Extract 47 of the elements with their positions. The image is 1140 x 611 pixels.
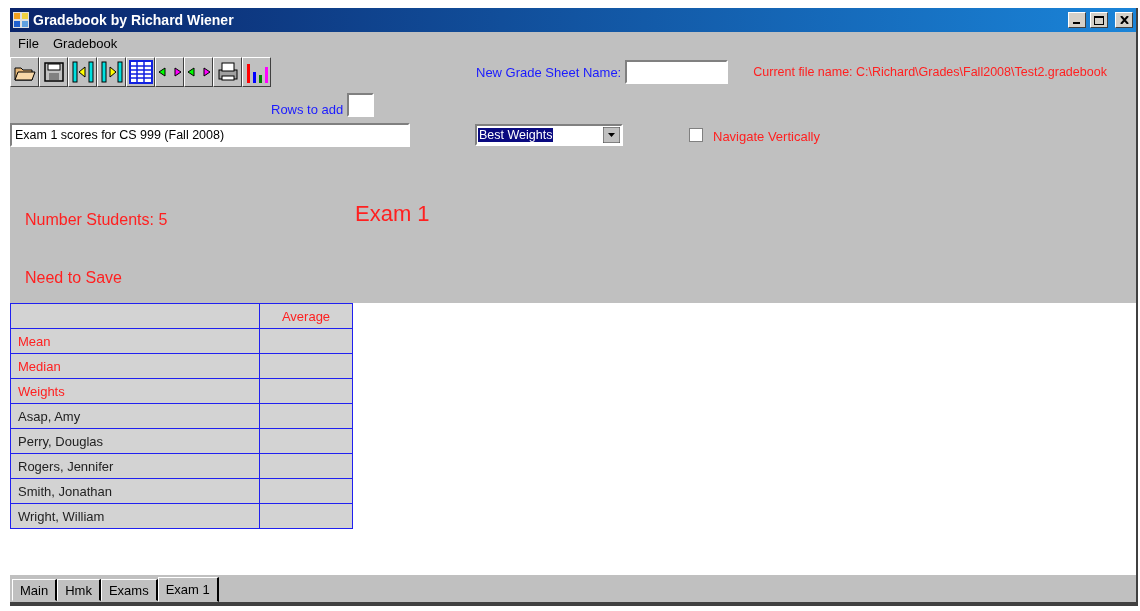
menu-item[interactable]: Gradebook <box>52 36 118 51</box>
checkbox-label: Navigate Vertically <box>713 129 820 144</box>
toolbar-button[interactable] <box>39 57 68 87</box>
tab[interactable]: Exam 1 <box>157 577 219 602</box>
save-status: Need to Save <box>25 269 122 287</box>
column-header: Average <box>259 303 353 329</box>
tab[interactable]: Exams <box>100 579 158 601</box>
row-header: Asap, Amy <box>10 403 260 429</box>
toolbar-button[interactable] <box>213 57 242 87</box>
toolbar-button[interactable] <box>97 57 126 87</box>
row-header: Smith, Jonathan <box>10 478 260 504</box>
maximize-icon <box>1094 15 1104 25</box>
field-label: Rows to add <box>271 101 344 117</box>
toolbar-button[interactable] <box>126 57 155 87</box>
toolbar-button[interactable] <box>155 57 184 87</box>
grid-icon <box>127 59 154 85</box>
student-count: Number Students: 5 <box>25 211 169 229</box>
menu-item[interactable]: File <box>18 36 39 51</box>
toolbar-button[interactable] <box>242 57 271 87</box>
exam-heading: Exam 1 <box>355 201 430 227</box>
move-right-icon <box>98 59 125 85</box>
maximize-button[interactable] <box>1090 12 1108 28</box>
row-header: Weights <box>10 378 260 404</box>
file-name-text: Current file name: C:\Richard\Grades\Fall2008\Test2.gradebook <box>753 65 1107 79</box>
field-label: New Grade Sheet Name: <box>476 64 622 80</box>
row-header: Median <box>10 353 260 379</box>
tab[interactable]: Hmk <box>57 579 101 601</box>
move-left-icon <box>69 59 96 85</box>
minimize-button[interactable] <box>1068 12 1086 28</box>
toolbar-button[interactable] <box>10 57 39 87</box>
rows-field[interactable] <box>347 93 375 117</box>
close-icon <box>1119 16 1129 24</box>
app-icon <box>13 12 29 28</box>
toolbar-button[interactable] <box>184 57 213 87</box>
toolbar-button[interactable] <box>68 57 97 87</box>
title-field[interactable]: Exam 1 scores for CS 999 (Fall 2008) <box>10 123 410 147</box>
close-button[interactable] <box>1115 12 1133 28</box>
weights-dropdown[interactable]: Best Weights <box>475 124 623 146</box>
checkbox[interactable] <box>689 128 703 142</box>
row-header: Perry, Douglas <box>10 428 260 454</box>
tab[interactable]: Main <box>12 579 58 601</box>
row-header: Wright, William <box>10 503 260 529</box>
sheet-name-field[interactable] <box>625 60 729 84</box>
row-header: Rogers, Jennifer <box>10 453 260 479</box>
window-title: Gradebook by Richard Wiener <box>33 12 235 28</box>
caret-icon <box>603 127 620 143</box>
row-header: Mean <box>10 328 260 354</box>
